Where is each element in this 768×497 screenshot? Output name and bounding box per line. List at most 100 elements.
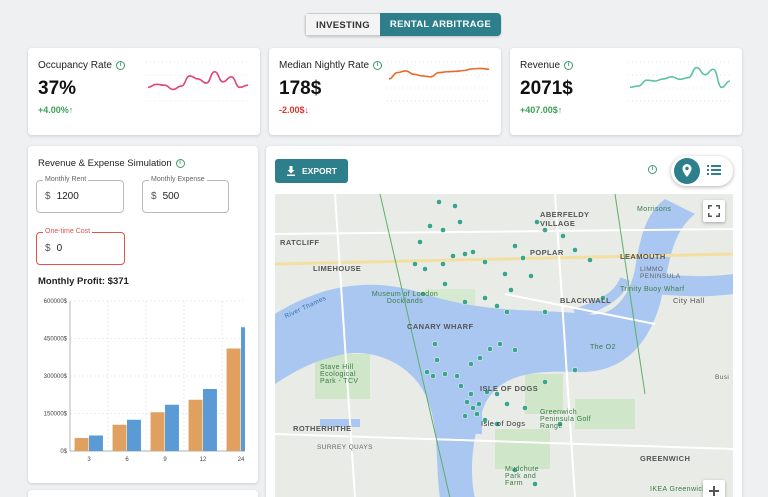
- listing-marker[interactable]: [508, 287, 514, 293]
- investing-tab[interactable]: INVESTING: [305, 13, 380, 36]
- listing-marker[interactable]: [542, 379, 548, 385]
- monthly-expense-field[interactable]: Monthly Expense $500: [142, 176, 229, 213]
- listing-marker[interactable]: [442, 281, 448, 287]
- listing-marker[interactable]: [458, 383, 464, 389]
- map-card: EXPORT i RATCLIFF LIMEHOUSE POPLAR ABERF…: [266, 146, 742, 497]
- info-icon[interactable]: i: [564, 61, 574, 70]
- one-time-cost-field[interactable]: One-time Cost $0: [36, 228, 125, 265]
- listing-marker[interactable]: [470, 405, 476, 411]
- listing-marker[interactable]: [436, 199, 442, 205]
- listing-marker[interactable]: [528, 273, 534, 279]
- x-tick-label: 3: [87, 457, 91, 463]
- list-view-icon[interactable]: [707, 164, 721, 176]
- bar: [112, 424, 127, 451]
- sparkline-path: [388, 67, 490, 80]
- x-tick-label: 9: [163, 457, 167, 463]
- x-tick-label: 12: [200, 457, 207, 463]
- listing-marker[interactable]: [482, 259, 488, 265]
- listing-marker[interactable]: [422, 266, 428, 272]
- listing-marker[interactable]: [560, 233, 566, 239]
- field-label: Monthly Expense: [149, 176, 207, 183]
- listing-marker[interactable]: [504, 309, 510, 315]
- field-label: Monthly Rent: [43, 176, 89, 183]
- location-pin-icon: [682, 164, 692, 177]
- listing-marker[interactable]: [470, 249, 476, 255]
- monthly-profit: Monthly Profit: $371: [38, 276, 129, 287]
- bar: [203, 389, 217, 451]
- info-icon[interactable]: i: [373, 61, 383, 70]
- view-toggle: [671, 156, 733, 186]
- listing-marker[interactable]: [424, 369, 430, 375]
- listing-marker[interactable]: [512, 243, 518, 249]
- listing-marker[interactable]: [430, 373, 436, 379]
- area-label: POPLAR: [530, 248, 564, 257]
- export-button[interactable]: EXPORT: [275, 159, 348, 183]
- listing-marker[interactable]: [412, 261, 418, 267]
- listing-marker[interactable]: [434, 357, 440, 363]
- listing-marker[interactable]: [454, 373, 460, 379]
- listing-marker[interactable]: [462, 413, 468, 419]
- listing-marker[interactable]: [494, 303, 500, 309]
- area-label: LIMMO PENINSULA: [640, 266, 681, 280]
- poi-label: Mudchute Park and Farm: [505, 466, 539, 487]
- listing-marker[interactable]: [504, 401, 510, 407]
- listing-marker[interactable]: [442, 371, 448, 377]
- listing-marker[interactable]: [468, 391, 474, 397]
- info-icon[interactable]: i: [648, 165, 657, 174]
- listing-marker[interactable]: [464, 399, 470, 405]
- listing-marker[interactable]: [512, 347, 518, 353]
- listing-marker[interactable]: [450, 253, 456, 259]
- listing-marker[interactable]: [452, 203, 458, 209]
- fullscreen-button[interactable]: [703, 200, 725, 222]
- bar: [127, 419, 141, 451]
- zoom-in-button[interactable]: [703, 480, 725, 497]
- poi-label: Busi: [715, 374, 730, 381]
- listings-map[interactable]: RATCLIFF LIMEHOUSE POPLAR ABERFELDY VILL…: [275, 194, 733, 497]
- listing-marker[interactable]: [542, 309, 548, 315]
- listing-marker[interactable]: [572, 367, 578, 373]
- listing-marker[interactable]: [462, 299, 468, 305]
- kpi-delta: +4.00%↑: [38, 105, 74, 115]
- field-label: One-time Cost: [43, 228, 93, 235]
- x-tick-label: 6: [125, 457, 129, 463]
- poi-label: Stave Hill Ecological Park - TCV: [320, 364, 359, 385]
- area-label: GREENWICH: [640, 454, 691, 463]
- listing-marker[interactable]: [487, 346, 493, 352]
- listing-marker[interactable]: [587, 257, 593, 263]
- kpi-card-revenue: Revenue i 2071$ +407.00$↑: [510, 48, 742, 135]
- listing-marker[interactable]: [457, 219, 463, 225]
- map-view-button[interactable]: [674, 158, 700, 184]
- info-icon[interactable]: i: [115, 61, 125, 70]
- listing-marker[interactable]: [440, 227, 446, 233]
- kpi-value: 37%: [38, 78, 77, 99]
- poi-label: Morrisons: [637, 206, 672, 213]
- listing-marker[interactable]: [476, 401, 482, 407]
- listing-marker[interactable]: [432, 341, 438, 347]
- listing-marker[interactable]: [572, 247, 578, 253]
- listing-marker[interactable]: [482, 295, 488, 301]
- listing-marker[interactable]: [520, 255, 526, 261]
- listing-marker[interactable]: [468, 361, 474, 367]
- listing-marker[interactable]: [417, 239, 423, 245]
- listing-marker[interactable]: [502, 271, 508, 277]
- listing-marker[interactable]: [542, 227, 548, 233]
- y-tick-label: 450000$: [44, 337, 68, 343]
- listing-marker[interactable]: [534, 219, 540, 225]
- poi-label: City Hall: [673, 296, 705, 305]
- area-label: BLACKWALL: [560, 296, 612, 305]
- listing-marker[interactable]: [477, 355, 483, 361]
- info-icon[interactable]: i: [175, 159, 185, 168]
- area-label: RATCLIFF: [280, 238, 320, 247]
- simulation-card: Revenue & Expense Simulation i Monthly Re…: [28, 146, 258, 483]
- poi-label: Museum of London Docklands: [371, 291, 439, 305]
- listing-marker[interactable]: [474, 411, 480, 417]
- listing-marker[interactable]: [427, 223, 433, 229]
- listing-marker[interactable]: [462, 251, 468, 257]
- listing-marker[interactable]: [522, 405, 528, 411]
- listing-marker[interactable]: [497, 341, 503, 347]
- monthly-rent-field[interactable]: Monthly Rent $1200: [36, 176, 124, 213]
- y-tick-label: 600000$: [44, 299, 68, 305]
- rental-arbitrage-tab[interactable]: RENTAL ARBITRAGE: [379, 13, 502, 36]
- listing-marker[interactable]: [440, 261, 446, 267]
- kpi-card-nightly-rate: Median Nightly Rate i 178$ -2.00$↓: [269, 48, 501, 135]
